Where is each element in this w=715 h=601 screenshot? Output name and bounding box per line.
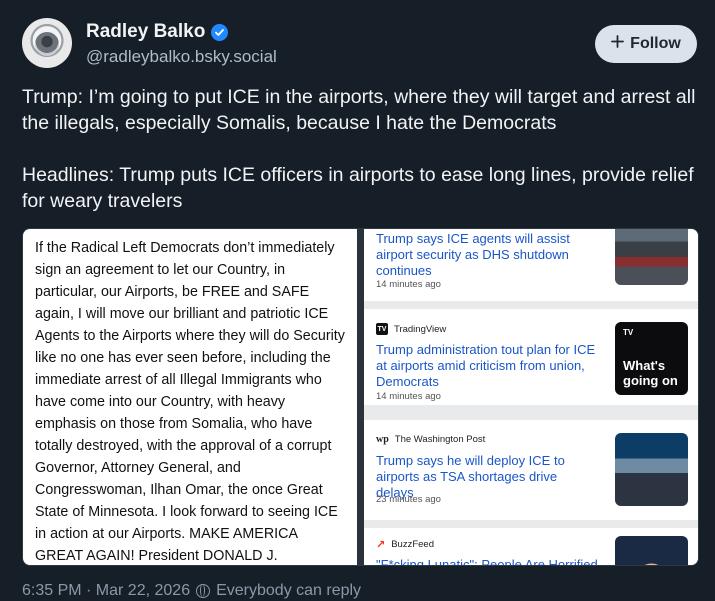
news-thumbnail-whats-going-on: TV What's going on xyxy=(615,322,688,395)
author-handle[interactable]: @radleybalko.bsky.social xyxy=(86,47,277,67)
post-footer: 6:35 PM · Mar 22, 2026 Everybody can rep… xyxy=(22,582,361,600)
post-text: Trump: I’m going to put ICE in the airpo… xyxy=(22,86,696,212)
news-source-name: TradingView xyxy=(394,323,447,335)
news-headline: "F*cking Lunatic": People Are Horrified xyxy=(376,557,598,566)
news-thumbnail-portrait xyxy=(615,536,688,565)
follow-button-label: Follow xyxy=(630,35,681,52)
news-thumbnail-tsa-line xyxy=(615,433,688,506)
reply-setting: Everybody can reply xyxy=(216,582,362,599)
thumb-logo: TV xyxy=(623,328,634,337)
news-time: 23 minutes ago xyxy=(376,494,441,505)
post-image[interactable]: If the Radical Left Democrats don’t imme… xyxy=(22,228,699,566)
globe-icon xyxy=(196,584,211,598)
post-header: Radley Balko @radleybalko.bsky.social Fo… xyxy=(22,18,697,74)
news-item: ↗ BuzzFeed "F*cking Lunatic": People Are… xyxy=(364,528,698,566)
news-source: TV TradingView xyxy=(376,323,446,335)
follow-button[interactable]: Follow xyxy=(595,25,697,63)
news-headline: Trump says ICE agents will assist airpor… xyxy=(376,231,570,278)
plus-icon xyxy=(611,35,625,53)
news-source: ↗ BuzzFeed xyxy=(376,538,434,551)
news-item: Trump says ICE agents will assist airpor… xyxy=(364,229,698,301)
statement-text: If the Radical Left Democrats don’t imme… xyxy=(35,240,345,564)
author-avatar[interactable] xyxy=(22,18,72,68)
news-time: 14 minutes ago xyxy=(376,391,441,402)
news-headline: Trump administration tout plan for ICE a… xyxy=(376,342,596,389)
author-name-row: Radley Balko xyxy=(86,21,229,43)
buzzfeed-logo-icon: ↗ xyxy=(376,539,386,551)
post-timestamp[interactable]: 6:35 PM · Mar 22, 2026 xyxy=(22,582,190,600)
washington-post-logo-icon: wp xyxy=(376,434,389,445)
thumb-caption: What's going on xyxy=(623,358,678,388)
news-item: TV TradingView Trump administration tout… xyxy=(364,309,698,405)
news-thumbnail-airport-crowd xyxy=(615,229,688,285)
news-source-name: BuzzFeed xyxy=(391,539,434,550)
tradingview-logo-icon: TV xyxy=(376,323,388,335)
news-source-name: The Washington Post xyxy=(394,434,486,445)
news-results-screenshot: Trump says ICE agents will assist airpor… xyxy=(364,229,698,565)
news-source: wp The Washington Post xyxy=(376,434,485,445)
verified-check-icon xyxy=(211,23,229,41)
statement-screenshot: If the Radical Left Democrats don’t imme… xyxy=(23,229,357,565)
news-item: wp The Washington Post Trump says he wil… xyxy=(364,420,698,520)
author-display-name[interactable]: Radley Balko xyxy=(86,21,205,43)
news-time: 14 minutes ago xyxy=(376,279,441,290)
avatar-seal-image xyxy=(35,32,59,56)
